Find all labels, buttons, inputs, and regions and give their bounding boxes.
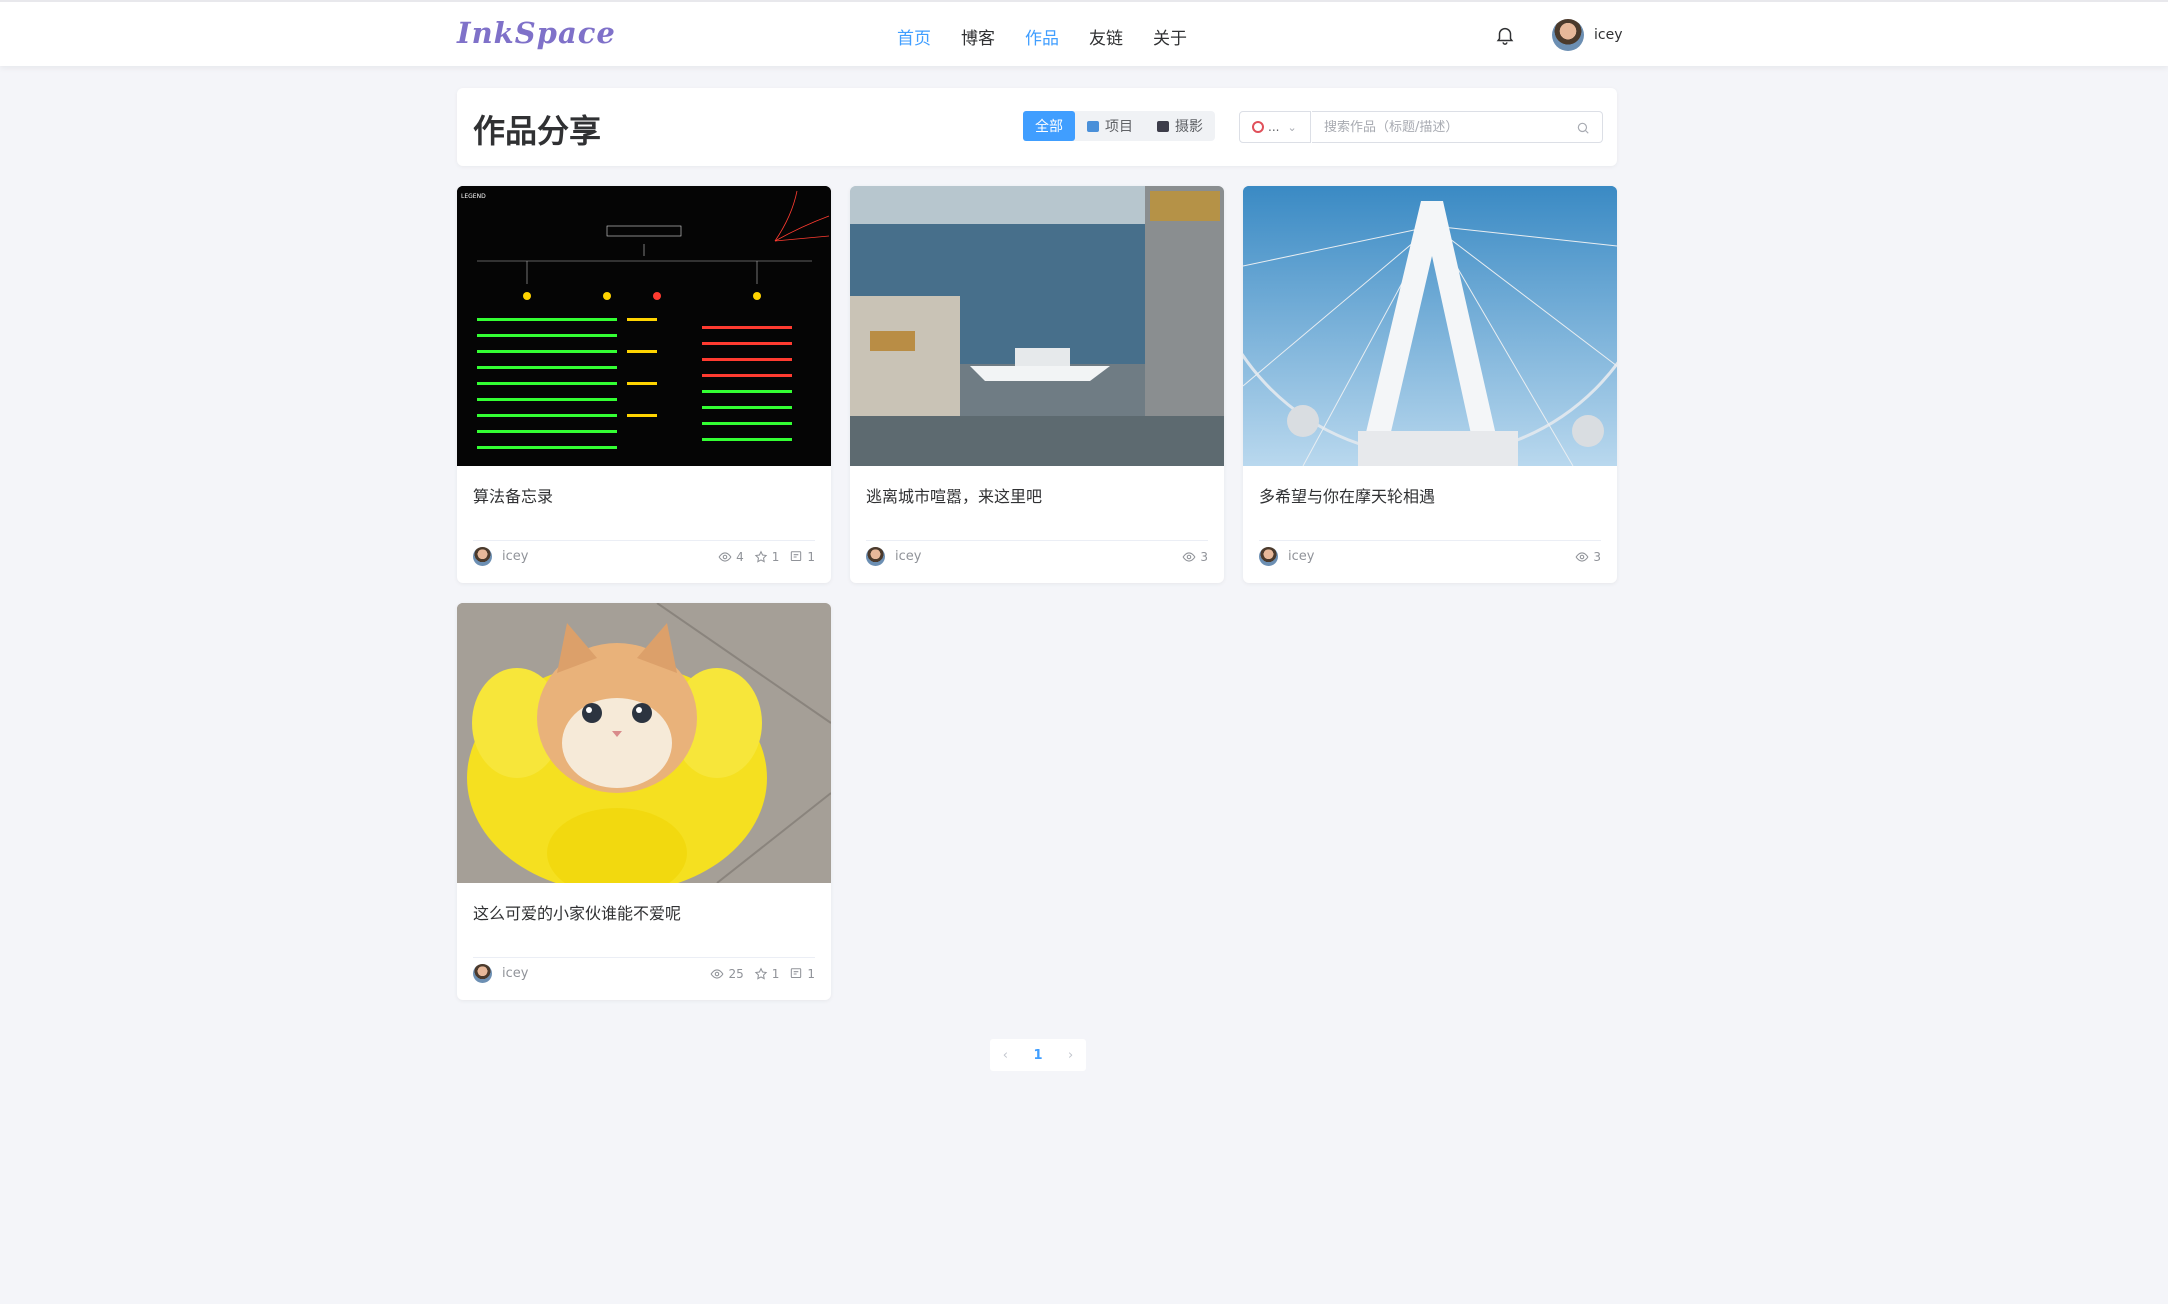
eye-icon xyxy=(710,969,724,979)
likes-stat[interactable]: 1 xyxy=(754,967,780,981)
card-divider xyxy=(866,540,1208,541)
filter-photography-label: 摄影 xyxy=(1175,119,1203,135)
work-title[interactable]: 多希望与你在摩天轮相遇 xyxy=(1259,483,1435,507)
work-cover-image[interactable] xyxy=(457,603,831,883)
eye-icon xyxy=(1575,552,1589,562)
author-name: icey xyxy=(502,549,529,564)
views-count: 3 xyxy=(1593,550,1601,564)
comments-stat[interactable]: 1 xyxy=(789,967,815,981)
views-stat: 25 xyxy=(710,967,744,981)
user-avatar[interactable] xyxy=(1552,19,1584,51)
comments-count: 1 xyxy=(807,967,815,981)
work-stats: 3 xyxy=(1575,550,1601,564)
nav-about[interactable]: 关于 xyxy=(1153,24,1187,49)
author-avatar xyxy=(473,964,492,983)
svg-text:LEGEND: LEGEND xyxy=(461,193,486,200)
views-count: 3 xyxy=(1200,550,1208,564)
site-logo[interactable]: InkSpace xyxy=(457,16,616,50)
author-avatar xyxy=(1259,547,1278,566)
views-stat: 3 xyxy=(1182,550,1208,564)
author-name: icey xyxy=(502,966,529,981)
comment-icon xyxy=(791,968,802,979)
work-stats: 3 xyxy=(1182,550,1208,564)
work-card[interactable]: LEGEND 算法备忘录 icey 4 1 1 xyxy=(457,186,831,583)
star-icon xyxy=(754,550,767,563)
comments-stat[interactable]: 1 xyxy=(789,550,815,564)
work-author[interactable]: icey xyxy=(866,547,921,566)
next-page-button[interactable]: › xyxy=(1068,1048,1073,1063)
work-card[interactable]: 多希望与你在摩天轮相遇 icey 3 xyxy=(1243,186,1617,583)
likes-count: 1 xyxy=(771,967,780,981)
main-nav: 首页 博客 作品 友链 关于 xyxy=(897,24,1187,49)
work-author[interactable]: icey xyxy=(473,547,528,566)
page-number[interactable]: 1 xyxy=(1033,1048,1042,1063)
eye-icon xyxy=(1182,552,1196,562)
views-count: 4 xyxy=(736,550,744,564)
sort-select-value: ... xyxy=(1268,120,1280,134)
nav-friend-links[interactable]: 友链 xyxy=(1089,24,1123,49)
filter-all-label: 全部 xyxy=(1035,119,1063,135)
search-box xyxy=(1312,111,1603,143)
nav-blog[interactable]: 博客 xyxy=(961,24,995,49)
author-avatar xyxy=(866,547,885,566)
work-title[interactable]: 逃离城市喧嚣，来这里吧 xyxy=(866,483,1042,507)
work-author[interactable]: icey xyxy=(1259,547,1314,566)
card-divider xyxy=(473,540,815,541)
card-divider xyxy=(1259,540,1601,541)
filter-projects[interactable]: 项目 xyxy=(1075,111,1145,141)
filter-projects-label: 项目 xyxy=(1105,119,1133,135)
pagination: ‹ 1 › xyxy=(990,1039,1086,1071)
prev-page-button[interactable]: ‹ xyxy=(1003,1048,1008,1063)
book-icon xyxy=(1087,120,1099,132)
views-count: 25 xyxy=(728,967,744,981)
eye-icon xyxy=(718,552,732,562)
camera-icon xyxy=(1157,120,1169,132)
work-card[interactable]: 这么可爱的小家伙谁能不爱呢 icey 25 1 1 xyxy=(457,603,831,1000)
clock-icon xyxy=(1252,121,1264,133)
chevron-down-icon: ⌄ xyxy=(1287,120,1297,134)
work-cover-image[interactable] xyxy=(850,186,1224,466)
work-title[interactable]: 算法备忘录 xyxy=(473,483,553,507)
work-author[interactable]: icey xyxy=(473,964,528,983)
works-toolbar: 作品分享 全部 项目 摄影 ... ⌄ xyxy=(457,88,1617,166)
author-name: icey xyxy=(895,549,922,564)
work-cover-image[interactable] xyxy=(1243,186,1617,466)
filter-all[interactable]: 全部 xyxy=(1023,111,1075,141)
author-name: icey xyxy=(1288,549,1315,564)
user-name[interactable]: icey xyxy=(1594,27,1623,43)
search-input[interactable] xyxy=(1312,119,1562,135)
user-menu[interactable]: icey xyxy=(1552,19,1623,51)
nav-home[interactable]: 首页 xyxy=(897,24,931,49)
star-icon xyxy=(754,967,767,980)
card-divider xyxy=(473,957,815,958)
search-icon[interactable] xyxy=(1576,121,1590,135)
work-card[interactable]: 逃离城市喧嚣，来这里吧 icey 3 xyxy=(850,186,1224,583)
views-stat: 4 xyxy=(718,550,744,564)
bell-icon[interactable] xyxy=(1494,24,1516,46)
author-avatar xyxy=(473,547,492,566)
page-title: 作品分享 xyxy=(473,112,602,150)
filter-photography[interactable]: 摄影 xyxy=(1145,111,1215,141)
work-cover-image[interactable]: LEGEND xyxy=(457,186,831,466)
likes-count: 1 xyxy=(771,550,780,564)
sort-select[interactable]: ... ⌄ xyxy=(1239,111,1311,143)
comments-count: 1 xyxy=(807,550,815,564)
views-stat: 3 xyxy=(1575,550,1601,564)
work-title[interactable]: 这么可爱的小家伙谁能不爱呢 xyxy=(473,900,681,924)
top-navbar: InkSpace 首页 博客 作品 友链 关于 icey xyxy=(0,0,2168,66)
category-filter: 全部 项目 摄影 xyxy=(1023,111,1215,141)
likes-stat[interactable]: 1 xyxy=(754,550,780,564)
work-stats: 25 1 1 xyxy=(710,967,815,981)
nav-works[interactable]: 作品 xyxy=(1025,24,1059,49)
work-stats: 4 1 1 xyxy=(718,550,815,564)
comment-icon xyxy=(791,551,802,562)
